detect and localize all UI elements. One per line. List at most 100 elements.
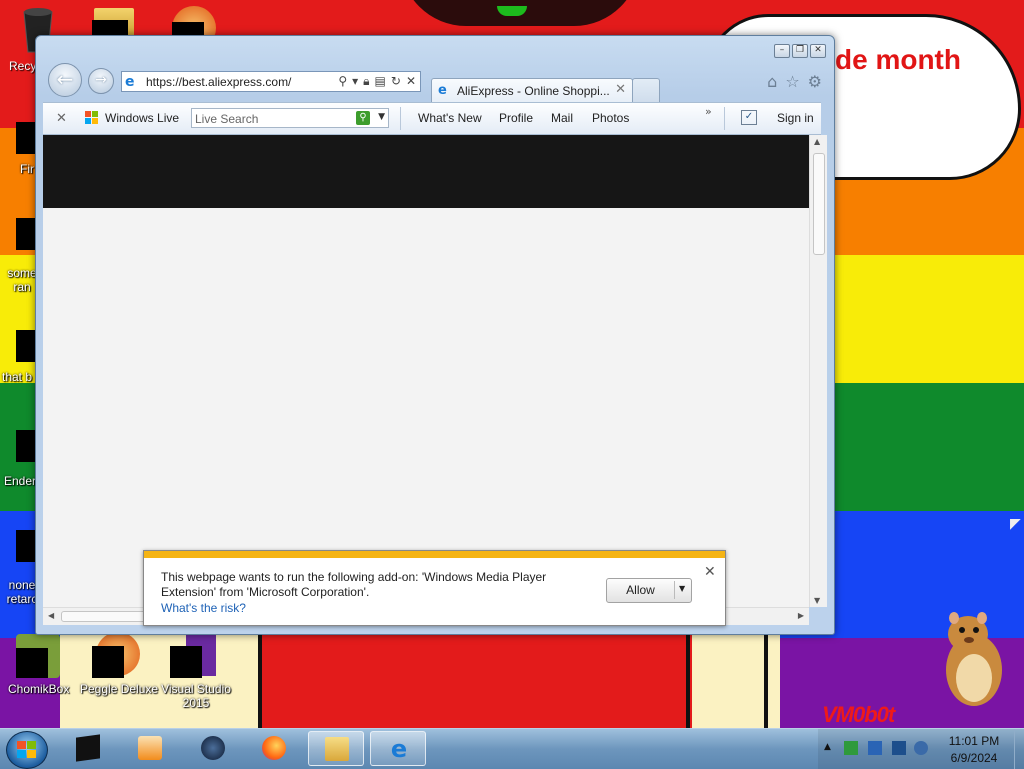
speech-bubble-text-1: de month xyxy=(835,44,961,75)
live-search-placeholder: Live Search xyxy=(195,112,259,126)
taskbar-app-3[interactable] xyxy=(185,731,241,766)
internet-explorer-window: – ❐ ✕ ← → e https://best.aliexpress.com/… xyxy=(35,35,835,635)
live-search-input[interactable]: Live Search ⚲ ▼ xyxy=(191,108,389,128)
tab-close-icon[interactable]: ✕ xyxy=(615,82,626,97)
desktop-icon-label: Peggle Deluxe xyxy=(80,682,159,696)
close-toolbar-icon[interactable]: ✕ xyxy=(56,111,67,126)
redacted-block xyxy=(170,646,202,678)
address-actions: ⚲ ▾ 🔒︎ ▤ ↻ ✕ xyxy=(338,74,416,89)
ie-icon: e xyxy=(125,74,135,90)
photos-link[interactable]: Photos xyxy=(592,111,629,125)
scroll-down-icon[interactable]: ▼ xyxy=(814,596,820,605)
scroll-left-icon[interactable]: ◀ xyxy=(48,611,54,620)
redacted-block xyxy=(92,646,124,678)
taskbar-media-player[interactable] xyxy=(122,731,178,766)
tab-aliexpress[interactable]: e AliExpress - Online Shoppi... ✕ xyxy=(431,78,633,103)
mail-link[interactable]: Mail xyxy=(551,111,573,125)
app-icon xyxy=(201,736,225,760)
vertical-scroll-thumb[interactable] xyxy=(813,153,825,255)
tray-app-icon[interactable] xyxy=(844,741,858,755)
tray-app-icon[interactable] xyxy=(868,741,882,755)
search-go-icon[interactable]: ⚲ xyxy=(356,111,370,125)
clock-time[interactable]: 11:01 PM xyxy=(938,734,1010,748)
tab-title: AliExpress - Online Shoppi... xyxy=(457,84,610,98)
firefox-icon xyxy=(262,736,286,760)
redacted-block xyxy=(16,648,48,678)
search-icon[interactable]: ⚲ xyxy=(338,74,347,89)
lock-icon[interactable]: 🔒︎ xyxy=(363,74,369,89)
window-controls: – ❐ ✕ xyxy=(774,44,826,58)
scroll-up-icon[interactable]: ▲ xyxy=(814,137,820,146)
close-button[interactable]: ✕ xyxy=(810,44,826,58)
page-viewport[interactable] xyxy=(43,135,809,607)
new-tab-button[interactable] xyxy=(632,78,660,103)
desktop-icon-label: ChomikBox xyxy=(8,682,70,696)
page-header xyxy=(43,135,809,208)
stop-icon[interactable]: ✕ xyxy=(406,74,416,89)
wallpaper-watermark: VM0b0t xyxy=(822,702,895,727)
minimize-button[interactable]: – xyxy=(774,44,790,58)
taskbar-explorer[interactable] xyxy=(308,731,364,766)
tray-network-icon[interactable] xyxy=(914,741,928,755)
toolbar-divider xyxy=(400,107,401,130)
scroll-right-icon[interactable]: ▶ xyxy=(798,611,804,620)
profile-link[interactable]: Profile xyxy=(499,111,533,125)
tray-monitor-icon[interactable] xyxy=(892,741,906,755)
wallpaper-outline xyxy=(258,630,262,728)
command-bar: ✕ Windows Live Live Search ⚲ ▼ What's Ne… xyxy=(43,102,821,135)
favorites-star-icon[interactable]: ☆ xyxy=(785,72,799,91)
desktop-icon-label: Ender xyxy=(4,474,37,488)
taskbar-internet-explorer[interactable]: e xyxy=(370,731,426,766)
gear-icon[interactable]: ⚙ xyxy=(808,72,822,91)
addon-notification-bar: This webpage wants to run the following … xyxy=(143,550,726,626)
forward-button[interactable]: → xyxy=(88,68,114,94)
vertical-scrollbar[interactable]: ▲ ▼ xyxy=(809,135,827,607)
refresh-icon[interactable]: ↻ xyxy=(391,74,401,89)
allow-dropdown-icon[interactable]: ▼ xyxy=(679,584,685,593)
checkbox-icon[interactable]: ✓ xyxy=(741,110,757,125)
search-dropdown-icon[interactable]: ▼ xyxy=(378,112,385,122)
taskbar-firefox[interactable] xyxy=(246,731,302,766)
show-hidden-icons[interactable]: ▲ xyxy=(824,742,831,752)
back-button[interactable]: ← xyxy=(48,63,82,97)
windows-logo-icon xyxy=(17,741,36,758)
home-icon[interactable]: ⌂ xyxy=(767,72,777,91)
whats-new-link[interactable]: What's New xyxy=(418,111,482,125)
address-bar[interactable]: e https://best.aliexpress.com/ ⚲ ▾ 🔒︎ ▤ … xyxy=(121,71,421,92)
media-player-icon xyxy=(138,736,162,760)
desktop-icon-label: Recy xyxy=(9,59,37,73)
desktop-icon-label: that b xyxy=(2,370,33,384)
button-divider xyxy=(674,581,675,599)
notification-message: This webpage wants to run the following … xyxy=(161,570,547,599)
windows-live-link[interactable]: Windows Live xyxy=(105,111,179,125)
ie-icon: e xyxy=(438,83,447,98)
start-button[interactable] xyxy=(6,731,48,769)
toolbar-divider xyxy=(724,107,725,130)
browser-toolbar-icons: ⌂ ☆ ⚙ xyxy=(767,72,822,91)
compatibility-icon[interactable]: ▤ xyxy=(375,74,386,89)
hamster-image xyxy=(946,612,1002,706)
notification-accent xyxy=(144,551,725,558)
app-icon xyxy=(76,734,100,762)
more-chevron-icon[interactable]: » xyxy=(705,105,712,118)
notification-close-icon[interactable]: ✕ xyxy=(704,564,716,580)
show-desktop-button[interactable] xyxy=(1014,729,1024,769)
cursor-icon: ◤ xyxy=(1010,516,1021,532)
horizontal-scroll-thumb[interactable] xyxy=(61,611,153,622)
wallpaper-cartoon-red xyxy=(262,630,692,728)
desktop-icon-label: Fir xyxy=(20,162,34,176)
address-url[interactable]: https://best.aliexpress.com/ xyxy=(146,75,291,89)
restore-button[interactable]: ❐ xyxy=(792,44,808,58)
taskbar: e ▲ 11:01 PM 6/9/2024 xyxy=(0,728,1024,769)
allow-button[interactable]: Allow ▼ xyxy=(606,578,692,603)
sign-in-link[interactable]: Sign in xyxy=(777,111,814,125)
ie-icon: e xyxy=(390,735,408,763)
folder-icon xyxy=(325,737,349,761)
windows-flag-icon xyxy=(85,111,99,129)
taskbar-app-1[interactable] xyxy=(60,731,116,766)
wallpaper-outline xyxy=(764,630,768,728)
whats-the-risk-link[interactable]: What's the risk? xyxy=(161,601,246,615)
clock-date[interactable]: 6/9/2024 xyxy=(938,751,1010,765)
dropdown-icon[interactable]: ▾ xyxy=(352,74,358,89)
allow-button-label: Allow xyxy=(626,583,655,597)
